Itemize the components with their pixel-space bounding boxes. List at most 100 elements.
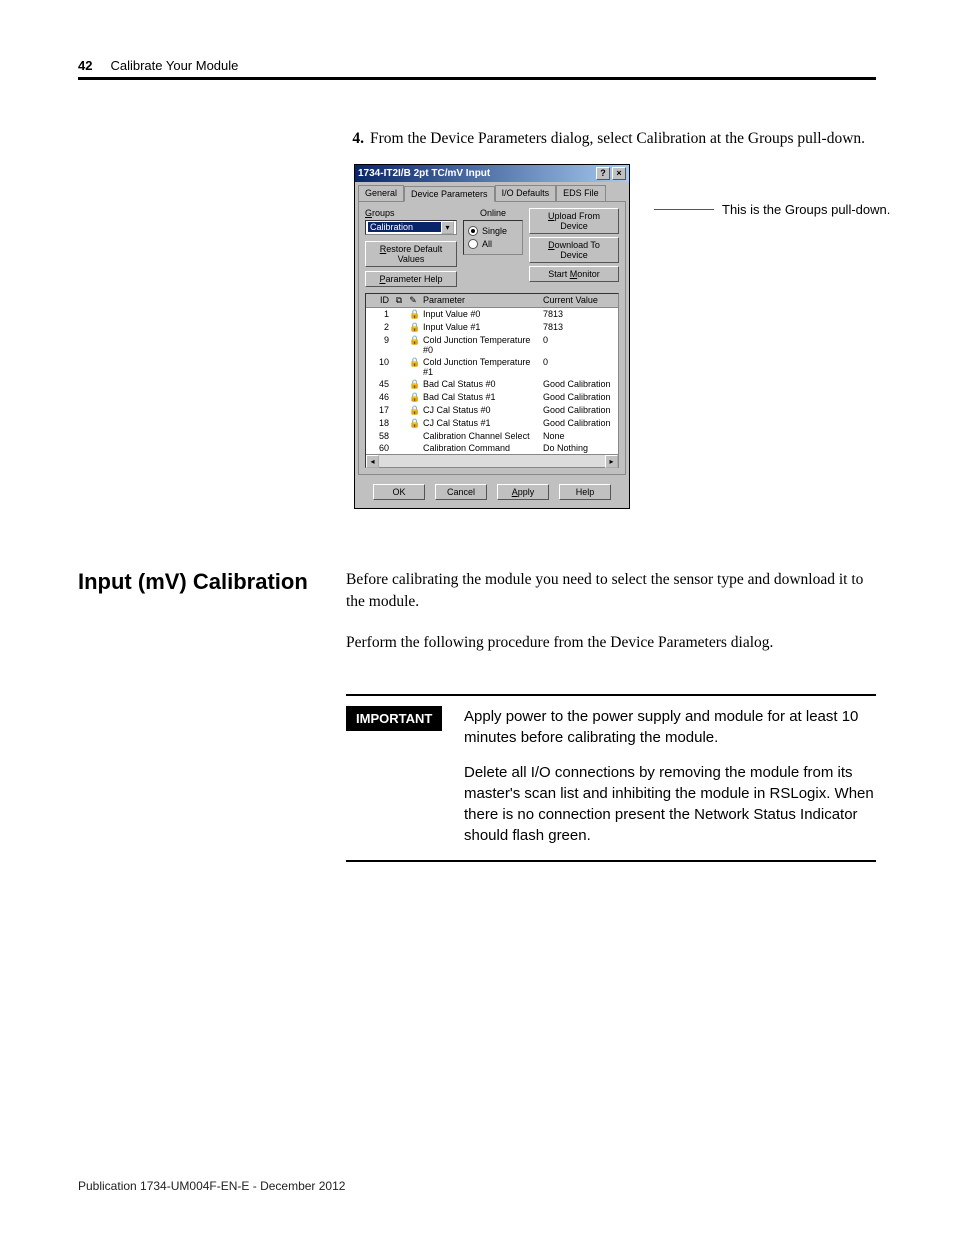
help-window-button[interactable]: ? (596, 167, 610, 180)
dialog-titlebar: 1734-IT2I/B 2pt TC/mV Input ? × (355, 165, 629, 182)
col-icon1: ⧉ (392, 294, 406, 307)
lock-icon: 🔒 (406, 391, 420, 404)
cell-icon1 (392, 430, 406, 442)
cell-parameter: Bad Cal Status #0 (420, 378, 540, 391)
step-number: 4. (346, 128, 364, 150)
col-id: ID (366, 294, 392, 307)
lock-icon: 🔒 (406, 417, 420, 430)
cell-parameter: Calibration Channel Select (420, 430, 540, 442)
important-badge: IMPORTANT (346, 706, 442, 731)
help-button[interactable]: Help (559, 484, 611, 500)
tab-eds-file[interactable]: EDS File (556, 185, 606, 201)
cell-id: 17 (366, 404, 392, 417)
apply-button[interactable]: Apply (497, 484, 549, 500)
scroll-right-icon[interactable]: ▸ (605, 455, 618, 468)
lock-icon: 🔒 (406, 321, 420, 334)
step-text: From the Device Parameters dialog, selec… (370, 128, 865, 150)
cell-value: Good Calibration (540, 378, 618, 391)
groups-label: Groups (365, 208, 457, 218)
annotation-line (654, 209, 714, 210)
cell-icon1 (392, 417, 406, 430)
table-row[interactable]: 46🔒Bad Cal Status #1Good Calibration (366, 391, 618, 404)
header-rule (78, 77, 876, 80)
annotation-text: This is the Groups pull-down. (722, 202, 890, 217)
lock-icon: 🔒 (406, 404, 420, 417)
cell-value: Good Calibration (540, 391, 618, 404)
tab-general[interactable]: General (358, 185, 404, 201)
online-all-radio[interactable]: All (468, 239, 518, 249)
table-row[interactable]: 2🔒Input Value #17813 (366, 321, 618, 334)
chapter-title: Calibrate Your Module (110, 58, 238, 73)
cell-id: 45 (366, 378, 392, 391)
parameter-help-button[interactable]: Parameter Help (365, 271, 457, 287)
cell-parameter: Cold Junction Temperature #0 (420, 334, 540, 356)
important-para-2: Delete all I/O connections by removing t… (464, 762, 876, 846)
grid-header: ID ⧉ ✎ Parameter Current Value (366, 294, 618, 308)
section-para-2: Perform the following procedure from the… (346, 632, 876, 654)
table-row[interactable]: 9 🔒Cold Junction Temperature #00 (366, 334, 618, 356)
dialog-figure: This is the Groups pull-down. 1734-IT2I/… (354, 164, 876, 509)
cell-value: Do Nothing (540, 442, 618, 454)
device-parameters-dialog: 1734-IT2I/B 2pt TC/mV Input ? × General … (354, 164, 630, 509)
chevron-down-icon[interactable]: ▾ (441, 221, 454, 234)
lock-icon: 🔒 (406, 378, 420, 391)
table-row[interactable]: 17 🔒CJ Cal Status #0Good Calibration (366, 404, 618, 417)
page-number: 42 (78, 58, 92, 73)
lock-icon: 🔒 (406, 308, 420, 321)
start-monitor-button[interactable]: Start Monitor (529, 266, 619, 282)
lock-icon: 🔒 (406, 334, 420, 356)
cell-parameter: Calibration Command (420, 442, 540, 454)
close-window-button[interactable]: × (612, 167, 626, 180)
cancel-button[interactable]: Cancel (435, 484, 487, 500)
cell-icon1 (392, 356, 406, 378)
cell-id: 2 (366, 321, 392, 334)
cell-icon1 (392, 378, 406, 391)
upload-from-device-button[interactable]: Upload From Device (529, 208, 619, 234)
online-single-radio[interactable]: Single (468, 226, 518, 236)
restore-defaults-button[interactable]: Restore Default Values (365, 241, 457, 267)
cell-icon1 (392, 404, 406, 417)
cell-id: 58 (366, 430, 392, 442)
cell-parameter: Input Value #1 (420, 321, 540, 334)
important-box: IMPORTANT Apply power to the power suppl… (346, 694, 876, 862)
cell-id: 60 (366, 442, 392, 454)
lock-icon: 🔒 (406, 356, 420, 378)
table-row[interactable]: 60 Calibration CommandDo Nothing (366, 442, 618, 454)
col-value: Current Value (540, 294, 618, 307)
cell-value: None (540, 430, 618, 442)
cell-value: Good Calibration (540, 417, 618, 430)
table-row[interactable]: 1🔒Input Value #07813 (366, 308, 618, 321)
cell-icon1 (392, 321, 406, 334)
scroll-left-icon[interactable]: ◂ (366, 455, 379, 468)
cell-id: 9 (366, 334, 392, 356)
table-row[interactable]: 58 Calibration Channel SelectNone (366, 430, 618, 442)
groups-select-value: Calibration (368, 222, 441, 232)
table-row[interactable]: 45 🔒Bad Cal Status #0Good Calibration (366, 378, 618, 391)
cell-id: 10 (366, 356, 392, 378)
tab-device-parameters[interactable]: Device Parameters (404, 186, 495, 202)
step-4: 4. From the Device Parameters dialog, se… (346, 128, 876, 150)
cell-value: 0 (540, 334, 618, 356)
cell-value: Good Calibration (540, 404, 618, 417)
input-mv-calibration-section: Input (mV) Calibration Before calibratin… (78, 569, 876, 672)
download-to-device-button[interactable]: Download To Device (529, 237, 619, 263)
col-icon2: ✎ (406, 294, 420, 307)
cell-id: 46 (366, 391, 392, 404)
section-heading: Input (mV) Calibration (78, 569, 346, 595)
blank-icon (406, 430, 420, 442)
table-row[interactable]: 18🔒CJ Cal Status #1Good Calibration (366, 417, 618, 430)
cell-parameter: CJ Cal Status #0 (420, 404, 540, 417)
important-para-1: Apply power to the power supply and modu… (464, 706, 876, 748)
online-all-label: All (482, 239, 492, 249)
groups-select[interactable]: Calibration ▾ (365, 220, 457, 235)
grid-h-scrollbar[interactable]: ◂ ▸ (366, 454, 618, 467)
page-header: 42 Calibrate Your Module (78, 58, 876, 73)
ok-button[interactable]: OK (373, 484, 425, 500)
dialog-tabs: General Device Parameters I/O Defaults E… (355, 182, 629, 201)
tab-io-defaults[interactable]: I/O Defaults (495, 185, 557, 201)
cell-id: 18 (366, 417, 392, 430)
table-row[interactable]: 10🔒Cold Junction Temperature #10 (366, 356, 618, 378)
cell-value: 7813 (540, 308, 618, 321)
online-single-label: Single (482, 226, 507, 236)
cell-parameter: Input Value #0 (420, 308, 540, 321)
